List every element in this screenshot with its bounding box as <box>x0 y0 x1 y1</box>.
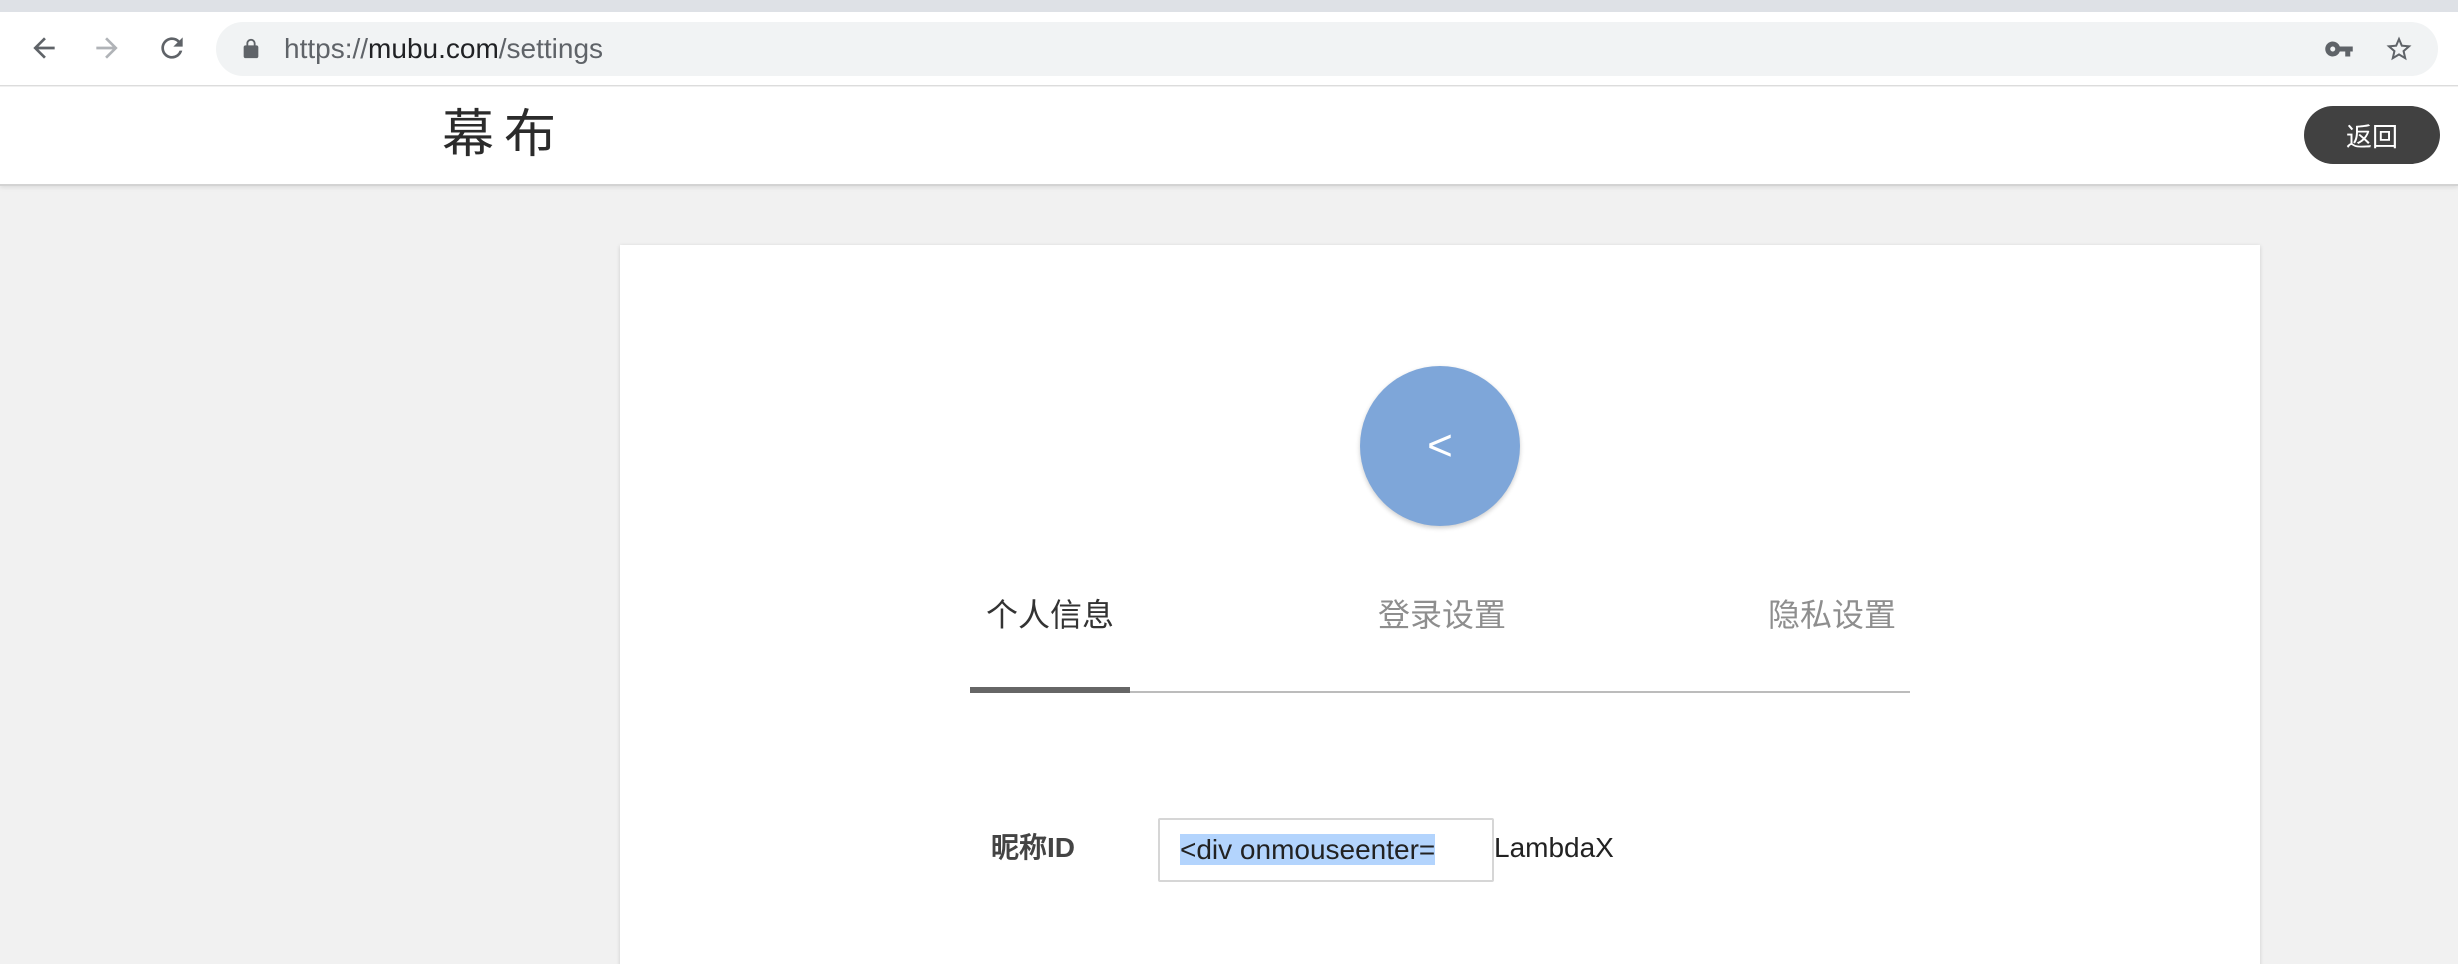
forward-arrow-icon <box>96 37 118 59</box>
url-path: /settings <box>498 33 604 64</box>
nickname-value: <div onmouseenter= <box>1180 834 1436 865</box>
reload-button[interactable] <box>150 26 194 70</box>
url-host: mubu.com <box>368 33 499 64</box>
active-tab-indicator <box>970 687 1130 693</box>
tab-login-settings[interactable]: 登录设置 <box>1378 595 1506 635</box>
return-button[interactable]: 返回 <box>2304 106 2440 164</box>
browser-toolbar: https://mubu.com/settings <box>0 12 2458 86</box>
back-nav-button[interactable] <box>22 26 66 70</box>
nickname-input[interactable]: <div onmouseenter= <box>1158 818 1494 882</box>
avatar[interactable]: < <box>1360 366 1520 526</box>
app-logo[interactable]: 幕布 <box>442 105 566 165</box>
url-scheme: https:// <box>284 33 369 64</box>
avatar-glyph: < <box>1427 421 1453 470</box>
nickname-trailing-text: LambdaX <box>1494 832 1614 863</box>
star-icon[interactable] <box>2384 34 2414 64</box>
forward-nav-button[interactable] <box>85 26 129 70</box>
settings-tabs: 个人信息 登录设置 隐私设置 <box>970 595 1910 693</box>
address-bar[interactable]: https://mubu.com/settings <box>216 22 2438 76</box>
tab-privacy-settings[interactable]: 隐私设置 <box>1768 595 1896 635</box>
back-arrow-icon <box>33 37 55 59</box>
app-header: 幕布 返回 <box>0 87 2458 186</box>
tab-personal-info[interactable]: 个人信息 <box>986 595 1114 635</box>
reload-icon <box>161 37 183 59</box>
lock-icon <box>243 38 259 59</box>
settings-card: < 个人信息 登录设置 隐私设置 昵称ID <div onmouseenter=… <box>620 245 2260 964</box>
url-text: https://mubu.com/settings <box>284 34 603 64</box>
browser-tab-strip <box>0 0 2458 12</box>
key-icon[interactable] <box>2324 34 2354 64</box>
nickname-label: 昵称ID <box>991 832 1076 863</box>
